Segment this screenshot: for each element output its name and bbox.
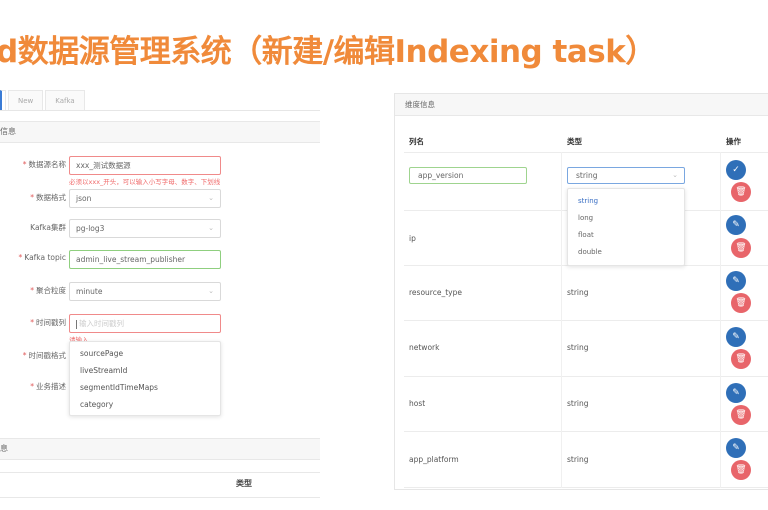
column-header-type: 类型 <box>236 479 252 488</box>
edit-button[interactable]: ✎ <box>726 271 746 291</box>
timestamp-format-label: * 时间戳格式 <box>22 351 66 360</box>
pencil-icon: ✎ <box>732 220 740 230</box>
form-row-kafka-topic: * Kafka topic admin_live_stream_publisher <box>0 250 320 270</box>
kafka-topic-input[interactable]: admin_live_stream_publisher <box>69 250 221 269</box>
column-type-cell: string <box>567 455 589 464</box>
form-row-data-format: * 数据格式 json ⌄ <box>0 189 320 209</box>
edit-button[interactable]: ✎ <box>726 383 746 403</box>
check-icon: ✓ <box>732 165 740 175</box>
chevron-down-icon: ⌄ <box>208 287 214 295</box>
delete-button[interactable]: 🗑 <box>731 293 751 313</box>
page-title: d数据源管理系统（新建/编辑Indexing task） <box>0 34 656 70</box>
tab-active[interactable] <box>0 90 6 110</box>
edit-button[interactable]: ✎ <box>726 327 746 347</box>
data-format-label: * 数据格式 <box>30 193 66 202</box>
type-dropdown: string long float double <box>567 188 685 266</box>
column-name-input[interactable]: app_version <box>409 167 527 184</box>
timestamp-column-dropdown: sourcePage liveStreamId segmentIdTimeMap… <box>69 341 221 416</box>
trash-icon: 🗑 <box>735 243 747 253</box>
column-name-cell: app_platform <box>409 455 459 464</box>
basic-info-header: 信息 <box>0 121 320 143</box>
trash-icon: 🗑 <box>735 187 747 197</box>
column-header-type: 类型 <box>567 137 582 146</box>
column-type-cell: string <box>567 343 589 352</box>
dropdown-option[interactable]: segmentIdTimeMaps <box>70 379 220 396</box>
confirm-button[interactable]: ✓ <box>726 160 746 180</box>
column-name-cell: ip <box>409 234 416 243</box>
type-option[interactable]: float <box>568 227 684 244</box>
column-type-select[interactable]: string ⌄ <box>567 167 685 184</box>
granularity-select[interactable]: minute ⌄ <box>69 282 221 301</box>
form-row-granularity: * 聚合粒度 minute ⌄ <box>0 282 320 302</box>
metrics-info-header: 息 <box>0 438 320 460</box>
trash-icon: 🗑 <box>735 410 747 420</box>
tab-kafka[interactable]: Kafka <box>45 90 85 110</box>
text-cursor <box>76 319 77 329</box>
column-type-cell: string <box>567 399 589 408</box>
timestamp-column-label: * 时间戳列 <box>30 318 66 327</box>
datasource-name-label: * 数据源名称 <box>22 160 66 169</box>
column-name-cell: resource_type <box>409 288 462 297</box>
divider <box>0 472 320 473</box>
chevron-down-icon: ⌄ <box>672 171 678 179</box>
datasource-name-error: 必须以xxx_开头，可以输入小写字母、数字、下划线 <box>69 178 221 186</box>
kafka-cluster-select[interactable]: pg-log3 ⌄ <box>69 219 221 238</box>
form-row-kafka-cluster: Kafka集群 pg-log3 ⌄ <box>0 219 320 239</box>
table-divider <box>404 376 768 377</box>
divider <box>0 497 320 498</box>
datasource-name-input[interactable]: xxx_测试数据源 <box>69 156 221 175</box>
column-divider <box>720 152 721 488</box>
dropdown-option[interactable]: liveStreamId <box>70 362 220 379</box>
dropdown-option[interactable]: category <box>70 396 220 413</box>
form-row-timestamp-column: * 时间戳列 输入时间戳列 请输入 <box>0 314 320 344</box>
trash-icon: 🗑 <box>735 354 747 364</box>
tab-bar: New Kafka <box>0 88 87 110</box>
column-header-name: 列名 <box>409 137 424 146</box>
pencil-icon: ✎ <box>732 332 740 342</box>
edit-button[interactable]: ✎ <box>726 438 746 458</box>
table-divider <box>404 431 768 432</box>
column-type-cell: string <box>567 288 589 297</box>
delete-button[interactable]: 🗑 <box>731 349 751 369</box>
delete-button[interactable]: 🗑 <box>731 405 751 425</box>
trash-icon: 🗑 <box>735 298 747 308</box>
column-divider <box>561 152 562 488</box>
column-header-action: 操作 <box>726 137 741 146</box>
type-option-selected[interactable]: string <box>568 193 684 210</box>
delete-button[interactable]: 🗑 <box>731 238 751 258</box>
type-option[interactable]: long <box>568 210 684 227</box>
column-name-cell: network <box>409 343 440 352</box>
dropdown-option[interactable]: sourcePage <box>70 345 220 362</box>
chevron-down-icon: ⌄ <box>208 194 214 202</box>
trash-icon: 🗑 <box>735 465 747 475</box>
granularity-label: * 聚合粒度 <box>30 286 66 295</box>
delete-button[interactable]: 🗑 <box>731 182 751 202</box>
chevron-down-icon: ⌄ <box>208 224 214 232</box>
tab-new[interactable]: New <box>8 90 44 110</box>
pencil-icon: ✎ <box>732 443 740 453</box>
kafka-cluster-label: Kafka集群 <box>30 223 66 232</box>
type-option[interactable]: double <box>568 244 684 261</box>
delete-button[interactable]: 🗑 <box>731 460 751 480</box>
tab-divider <box>0 110 320 111</box>
table-divider <box>404 487 768 488</box>
description-label: * 业务描述 <box>30 382 66 391</box>
edit-button[interactable]: ✎ <box>726 215 746 235</box>
timestamp-column-input[interactable]: 输入时间戳列 <box>69 314 221 333</box>
table-divider <box>404 320 768 321</box>
form-row-datasource-name: * 数据源名称 xxx_测试数据源 必须以xxx_开头，可以输入小写字母、数字、下… <box>0 156 320 186</box>
column-name-cell: host <box>409 399 426 408</box>
table-divider <box>404 152 768 153</box>
data-format-select[interactable]: json ⌄ <box>69 189 221 208</box>
kafka-topic-label: * Kafka topic <box>18 253 66 262</box>
pencil-icon: ✎ <box>732 388 740 398</box>
dimension-panel-title: 维度信息 <box>395 94 768 116</box>
pencil-icon: ✎ <box>732 276 740 286</box>
